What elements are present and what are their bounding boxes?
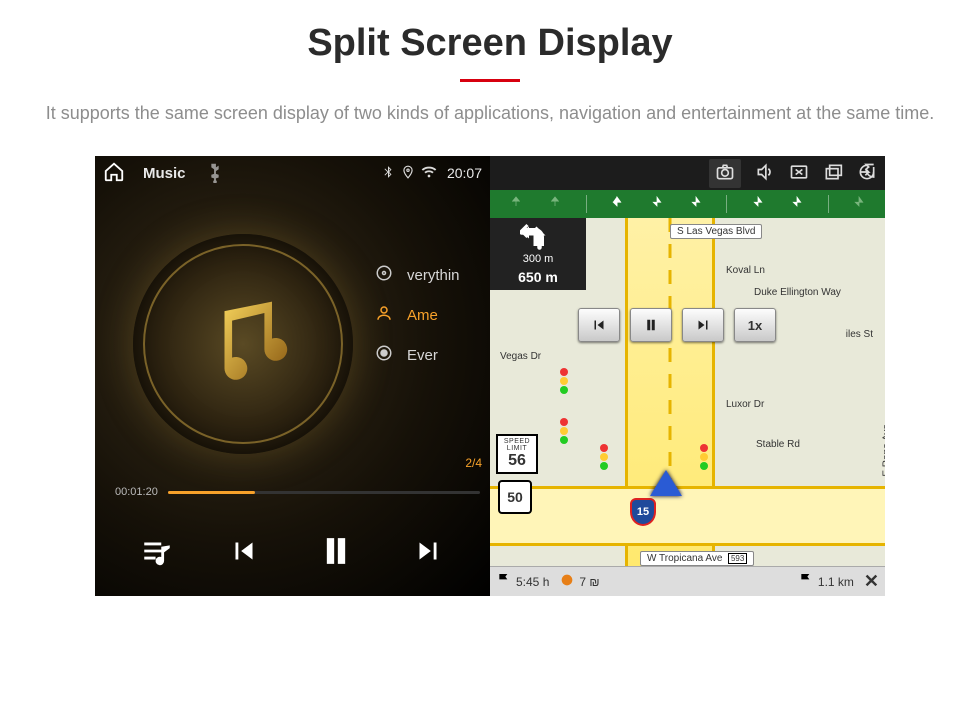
- split-screen-device: Music 20:07 ver: [95, 156, 885, 596]
- page-title: Split Screen Display: [0, 22, 980, 65]
- track-counter: 2/4: [465, 456, 482, 470]
- street-label: E Reno Ave: [881, 418, 885, 483]
- street-label: Koval Ln: [720, 264, 771, 277]
- track-next-label: Ever: [407, 347, 438, 364]
- close-button[interactable]: ✕: [864, 571, 879, 592]
- street-label: Luxor Dr: [720, 398, 770, 411]
- elapsed-time: 00:01:20: [115, 486, 158, 498]
- lane-arrow-icon: [608, 194, 626, 215]
- bluetooth-icon: [381, 165, 395, 182]
- disc-icon: [375, 264, 393, 286]
- pause-button[interactable]: [314, 529, 358, 578]
- nav-bottom-bar: 5:45 h 7 ₪ 1.1 km ✕: [490, 566, 885, 596]
- playlist-button[interactable]: [140, 534, 174, 573]
- music-note-icon: [196, 294, 291, 394]
- marker-icon: [559, 572, 575, 591]
- street-label: W Tropicana Ave 593: [640, 551, 754, 566]
- lane-arrow-icon: [507, 194, 525, 215]
- recent-apps-icon[interactable]: [823, 162, 843, 185]
- music-status-bar: Music 20:07: [95, 156, 490, 190]
- track-next[interactable]: Ever: [375, 344, 460, 366]
- flag-icon: [496, 572, 512, 591]
- dist-a-segment[interactable]: 7 ₪: [559, 572, 599, 591]
- page-description: It supports the same screen display of t…: [40, 100, 940, 126]
- track-list: verythin Ame Ever: [375, 246, 460, 384]
- prev-button[interactable]: [227, 534, 261, 573]
- close-app-icon[interactable]: [789, 162, 809, 185]
- navigation-app: S Las Vegas Blvd Koval Ln Duke Ellington…: [490, 156, 885, 596]
- street-label: S Las Vegas Blvd: [670, 224, 762, 239]
- turn-next-distance: 300 m: [523, 253, 554, 265]
- music-app-label: Music: [143, 165, 186, 182]
- progress-row: 00:01:20: [115, 486, 480, 498]
- location-icon: [401, 165, 415, 182]
- traffic-light-icon: [560, 368, 570, 394]
- screenshot-icon[interactable]: [709, 159, 741, 188]
- wifi-icon: [421, 164, 437, 183]
- sim-next-button[interactable]: [682, 308, 724, 342]
- eta-value: 5:45 h: [516, 575, 549, 589]
- road-tropicana: [490, 486, 885, 546]
- album-art[interactable]: [133, 234, 353, 454]
- title-underline: [460, 79, 520, 82]
- vehicle-marker: [650, 470, 682, 496]
- interstate-shield: 15: [630, 498, 656, 526]
- usb-icon[interactable]: [204, 161, 226, 186]
- home-icon[interactable]: [103, 161, 125, 186]
- street-label: Stable Rd: [750, 438, 806, 451]
- dist-b-value: 1.1 km: [818, 575, 854, 589]
- route-shield: 50: [498, 480, 532, 514]
- lane-arrow-icon: [788, 194, 806, 215]
- person-icon: [375, 304, 393, 326]
- lane-arrow-icon: [648, 194, 666, 215]
- lane-arrow-icon: [749, 194, 767, 215]
- street-label: Duke Ellington Way: [748, 286, 847, 299]
- dist-b-segment[interactable]: 1.1 km: [798, 572, 854, 591]
- speed-limit-sign: SPEED LIMIT 56: [496, 434, 538, 474]
- sim-speed-button[interactable]: 1x: [734, 308, 776, 342]
- traffic-light-icon: [600, 444, 610, 470]
- target-icon: [375, 344, 393, 366]
- music-app: Music 20:07 ver: [95, 156, 490, 596]
- lane-arrow-icon: [850, 194, 868, 215]
- track-current[interactable]: Ame: [375, 304, 460, 326]
- system-tray: [490, 156, 885, 190]
- music-controls: [95, 529, 490, 578]
- street-label: Vegas Dr: [494, 350, 547, 363]
- track-prev[interactable]: verythin: [375, 264, 460, 286]
- dist-a-value: 7 ₪: [579, 575, 599, 589]
- street-label: iles St: [840, 328, 879, 341]
- lane-arrow-icon: [687, 194, 705, 215]
- status-clock: 20:07: [447, 165, 482, 181]
- lane-arrow-icon: [546, 194, 564, 215]
- turn-instruction: 300 m 650 m: [490, 218, 586, 290]
- next-button[interactable]: [411, 534, 445, 573]
- sim-pause-button[interactable]: [630, 308, 672, 342]
- flag-icon: [798, 572, 814, 591]
- volume-icon[interactable]: [755, 162, 775, 185]
- lane-guidance: [490, 190, 885, 218]
- track-current-label: Ame: [407, 307, 438, 324]
- progress-bar[interactable]: [168, 491, 480, 494]
- sim-prev-button[interactable]: [578, 308, 620, 342]
- turn-distance: 650 m: [518, 269, 558, 285]
- traffic-light-icon: [700, 444, 710, 470]
- traffic-light-icon: [560, 418, 570, 444]
- eta-segment[interactable]: 5:45 h: [496, 572, 549, 591]
- track-prev-label: verythin: [407, 267, 460, 284]
- back-icon[interactable]: [857, 162, 877, 185]
